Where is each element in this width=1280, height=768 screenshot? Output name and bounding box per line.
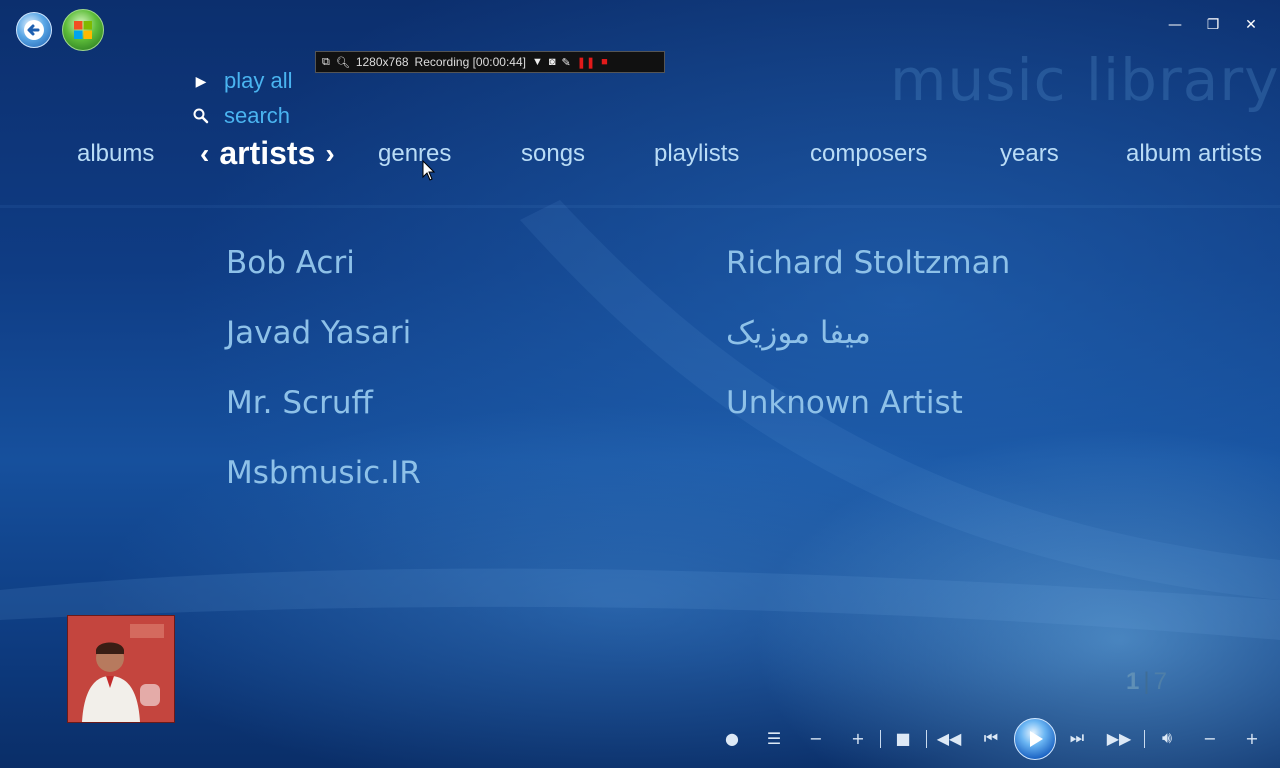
windows-logo-icon — [74, 21, 92, 39]
stop-button[interactable]: ■ — [892, 718, 914, 758]
volume-down-button[interactable]: − — [1200, 718, 1220, 758]
artist-item[interactable]: Javad Yasari — [226, 315, 411, 351]
skip-back-icon: ⏮ — [983, 728, 999, 747]
chevron-left-icon[interactable]: ‹ — [200, 138, 209, 170]
playlist-button[interactable]: ☰ — [762, 718, 786, 758]
record-icon: ● — [725, 728, 739, 748]
page-current: 1 — [1126, 668, 1140, 695]
skip-forward-icon: ⏭ — [1069, 728, 1085, 747]
section-title: music library — [890, 46, 1280, 114]
search-icon — [193, 108, 209, 124]
pencil-icon[interactable]: ✎ — [562, 56, 571, 69]
artist-item[interactable]: Bob Acri — [226, 245, 355, 281]
search-link[interactable]: search — [192, 103, 290, 129]
restore-button[interactable]: ❐ — [1202, 14, 1224, 36]
back-button[interactable] — [16, 12, 52, 48]
search-label: search — [224, 103, 291, 128]
artist-item[interactable]: Mr. Scruff — [226, 385, 373, 421]
chevron-down-icon[interactable]: ▼ — [532, 56, 543, 68]
play-icon — [1030, 731, 1043, 747]
pivot-genres[interactable]: genres — [378, 140, 451, 168]
now-playing-thumbnail[interactable] — [67, 615, 175, 723]
play-icon: ▶ — [195, 72, 207, 89]
recorder-resolution: 1280x768 — [355, 55, 409, 69]
artist-item[interactable]: میفا موزیک — [726, 315, 871, 351]
page-indicator: 1 | 7 — [1126, 668, 1167, 695]
pivot-albums[interactable]: albums — [77, 140, 154, 168]
previous-button[interactable]: ⏮ — [978, 718, 1004, 758]
artist-item[interactable]: Unknown Artist — [726, 385, 963, 421]
pause-recording-icon[interactable]: ❚❚ — [577, 56, 595, 69]
speaker-icon: 🔊︎ — [1161, 728, 1173, 747]
page-total: 7 — [1153, 668, 1167, 695]
fast-forward-icon: ▶▶ — [1106, 728, 1132, 748]
restore-icon: ❐ — [1206, 17, 1220, 33]
close-button[interactable]: ✕ — [1240, 14, 1262, 36]
minimize-icon: — — [1168, 17, 1182, 33]
album-art-icon — [68, 616, 174, 722]
zoom-icon[interactable]: 🔍︎ — [336, 56, 350, 69]
category-pivot: albums ‹ artists › genres songs playlist… — [0, 135, 1280, 180]
list-icon: ☰ — [766, 728, 782, 748]
fast-forward-button[interactable]: ▶▶ — [1106, 718, 1132, 758]
divider — [880, 730, 881, 748]
minus-icon: − — [1203, 728, 1217, 748]
channel-up-button[interactable]: + — [848, 718, 868, 758]
pivot-songs[interactable]: songs — [521, 140, 585, 168]
recorder-status: Recording [00:00:44] — [414, 55, 526, 69]
pivot-composers[interactable]: composers — [810, 140, 927, 168]
divider — [926, 730, 927, 748]
transport-controls: ● ☰ − + ■ ◀◀ ⏮ ⏭ ▶▶ 🔊︎ − + — [718, 718, 1270, 760]
divider — [1144, 730, 1145, 748]
next-button[interactable]: ⏭ — [1064, 718, 1090, 758]
play-all-label: play all — [224, 68, 293, 93]
window-select-icon[interactable]: ⧉ — [322, 56, 330, 69]
recorder-toolbar: ⧉ 🔍︎ 1280x768 Recording [00:00:44] ▼ ◙ ✎… — [315, 51, 665, 73]
plus-icon: + — [1245, 728, 1259, 748]
play-all-link[interactable]: ▶ play all — [192, 68, 293, 94]
artist-item[interactable]: Msbmusic.IR — [226, 455, 421, 491]
pivot-years[interactable]: years — [1000, 140, 1059, 168]
back-arrow-icon — [24, 20, 44, 40]
start-button[interactable] — [62, 9, 104, 51]
chevron-right-icon[interactable]: › — [325, 138, 334, 170]
minus-icon: − — [809, 728, 823, 748]
play-button[interactable] — [1014, 718, 1056, 760]
camera-icon[interactable]: ◙ — [549, 56, 556, 68]
pivot-active-label: artists — [219, 135, 316, 171]
mute-button[interactable]: 🔊︎ — [1154, 718, 1180, 758]
mouse-cursor-icon — [422, 160, 436, 181]
volume-up-button[interactable]: + — [1242, 718, 1262, 758]
pivot-album-artists[interactable]: album artists — [1126, 140, 1262, 168]
artist-item[interactable]: Richard Stoltzman — [726, 245, 1010, 281]
pivot-playlists[interactable]: playlists — [654, 140, 739, 168]
rewind-button[interactable]: ◀◀ — [936, 718, 962, 758]
record-button[interactable]: ● — [722, 718, 742, 758]
minimize-button[interactable]: — — [1164, 14, 1186, 36]
channel-down-button[interactable]: − — [806, 718, 826, 758]
close-icon: ✕ — [1245, 17, 1257, 33]
rewind-icon: ◀◀ — [936, 728, 962, 748]
stop-recording-icon[interactable]: ■ — [601, 56, 608, 68]
stop-icon: ■ — [895, 728, 911, 748]
plus-icon: + — [851, 728, 865, 748]
pivot-artists-active[interactable]: ‹ artists › — [200, 135, 335, 172]
